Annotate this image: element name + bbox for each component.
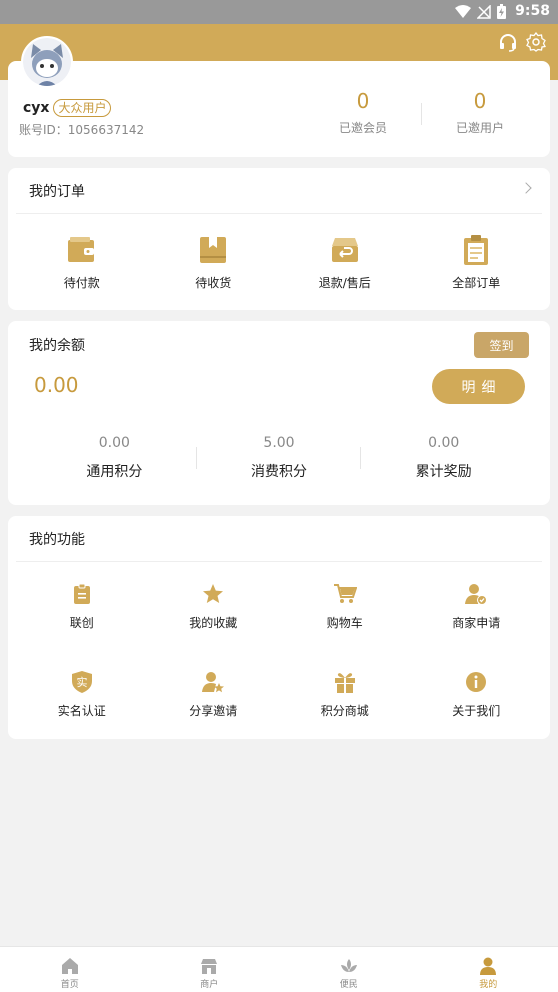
order-all[interactable]: 全部订单 <box>411 234 543 291</box>
order-pending-payment[interactable]: 待付款 <box>16 234 148 291</box>
status-bar: 9:58 <box>0 0 558 24</box>
divider <box>16 561 542 562</box>
tab-mine[interactable]: 我的 <box>419 947 558 992</box>
orders-grid: 待付款 待收货 退款/售后 全部订单 <box>16 234 542 291</box>
function-label: 商家申请 <box>452 616 501 630</box>
gift-icon <box>333 670 357 694</box>
function-points-mall[interactable]: 积分商城 <box>279 670 411 719</box>
cart-icon <box>333 582 357 606</box>
function-share-invite[interactable]: 分享邀请 <box>148 670 280 719</box>
points-value: 0.00 <box>428 435 460 451</box>
invited-users-label: 已邀用户 <box>455 121 504 135</box>
status-time: 9:58 <box>515 3 550 19</box>
order-item-label: 待收货 <box>195 276 232 290</box>
function-label: 分享邀请 <box>189 704 238 718</box>
package-icon <box>197 234 229 266</box>
points-general[interactable]: 0.00 通用积分 <box>32 435 197 481</box>
orders-card: 我的订单 待付款 待收货 退款/售后 全部订单 <box>8 168 550 310</box>
points-label: 通用积分 <box>86 464 143 480</box>
home-icon <box>61 958 78 974</box>
function-about-us[interactable]: 关于我们 <box>411 670 543 719</box>
points-consumption[interactable]: 5.00 消费积分 <box>197 435 362 481</box>
function-label: 我的收藏 <box>189 616 238 630</box>
function-cart[interactable]: 购物车 <box>279 582 411 631</box>
user-icon <box>480 957 497 975</box>
bottom-tab-bar: 首页 商户 便民 我的 <box>0 946 558 992</box>
points-label: 累计奖励 <box>415 464 472 480</box>
username: cyx <box>23 100 50 116</box>
return-box-icon <box>329 234 361 266</box>
account-id: 账号ID：1056637142 <box>19 123 145 137</box>
functions-grid-row-2: 实 实名认证 分享邀请 积分商城 关于我们 <box>16 670 542 719</box>
user-level-badge: 大众用户 <box>53 99 112 117</box>
chevron-right-icon[interactable] <box>520 182 532 194</box>
invited-users-stat[interactable]: 0 已邀用户 <box>425 89 535 136</box>
invited-users-count: 0 <box>473 89 487 113</box>
order-item-label: 退款/售后 <box>318 276 371 290</box>
tab-label: 首页 <box>60 980 79 990</box>
tab-label: 商户 <box>200 980 219 990</box>
function-label: 实名认证 <box>57 704 106 718</box>
header-actions <box>498 31 546 52</box>
function-label: 购物车 <box>326 616 363 630</box>
avatar[interactable] <box>21 36 73 88</box>
points-rewards[interactable]: 0.00 累计奖励 <box>361 435 526 481</box>
functions-grid-row-1: 联创 我的收藏 购物车 商家申请 <box>16 582 542 631</box>
star-icon <box>201 582 225 606</box>
detail-button[interactable]: 明细 <box>432 369 525 404</box>
tab-convenience[interactable]: 便民 <box>279 947 419 992</box>
settings-icon[interactable] <box>526 31 546 52</box>
function-favorites[interactable]: 我的收藏 <box>148 582 280 631</box>
info-icon <box>464 670 488 694</box>
order-pending-receipt[interactable]: 待收货 <box>148 234 280 291</box>
functions-card: 我的功能 联创 我的收藏 购物车 商家申请 实 实名认证 分享邀请 积分商城 关… <box>8 516 550 739</box>
clipboard-list-icon <box>70 582 94 606</box>
svg-text:实: 实 <box>76 675 87 689</box>
tab-home[interactable]: 首页 <box>0 947 140 992</box>
points-value: 5.00 <box>263 435 295 451</box>
points-label: 消费积分 <box>251 464 307 480</box>
tab-merchant[interactable]: 商户 <box>140 947 280 992</box>
balance-title: 我的余额 <box>29 338 85 354</box>
balance-card: 我的余额 签到 0.00 明细 0.00 通用积分 5.00 消费积分 0.00… <box>8 321 550 505</box>
function-merchant-apply[interactable]: 商家申请 <box>411 582 543 631</box>
profile-card: cyx 大众用户 账号ID：1056637142 0 已邀会员 0 已邀用户 <box>8 36 550 157</box>
battery-icon <box>497 4 506 19</box>
store-icon <box>201 959 218 974</box>
tab-label: 我的 <box>479 980 498 990</box>
clipboard-icon <box>460 234 492 266</box>
user-star-icon <box>201 670 225 694</box>
order-refund[interactable]: 退款/售后 <box>279 234 411 291</box>
functions-title: 我的功能 <box>29 532 85 548</box>
points-value: 0.00 <box>98 435 130 451</box>
function-label: 联创 <box>69 616 94 630</box>
function-lianchuang[interactable]: 联创 <box>16 582 148 631</box>
shield-verify-icon: 实 <box>70 670 94 694</box>
signin-button[interactable]: 签到 <box>474 332 529 358</box>
invited-members-stat[interactable]: 0 已邀会员 <box>308 89 418 136</box>
function-real-name[interactable]: 实 实名认证 <box>16 670 148 719</box>
tab-label: 便民 <box>339 980 358 990</box>
wifi-icon <box>455 4 471 18</box>
wallet-icon <box>66 234 98 266</box>
user-name-row: cyx 大众用户 <box>23 99 112 117</box>
order-item-label: 全部订单 <box>452 276 501 290</box>
status-icons <box>455 4 506 19</box>
invited-members-count: 0 <box>356 89 370 113</box>
points-row: 0.00 通用积分 5.00 消费积分 0.00 累计奖励 <box>32 435 526 481</box>
merchant-user-icon <box>464 582 488 606</box>
divider <box>16 213 542 214</box>
lotus-icon <box>340 959 357 972</box>
no-signal-icon <box>477 4 491 19</box>
balance-amount: 0.00 <box>34 373 79 397</box>
order-item-label: 待付款 <box>63 276 100 290</box>
invited-members-label: 已邀会员 <box>338 121 387 135</box>
divider <box>421 103 422 125</box>
orders-title[interactable]: 我的订单 <box>29 181 85 201</box>
function-label: 关于我们 <box>452 704 501 718</box>
headset-icon[interactable] <box>498 32 518 52</box>
function-label: 积分商城 <box>320 704 369 718</box>
